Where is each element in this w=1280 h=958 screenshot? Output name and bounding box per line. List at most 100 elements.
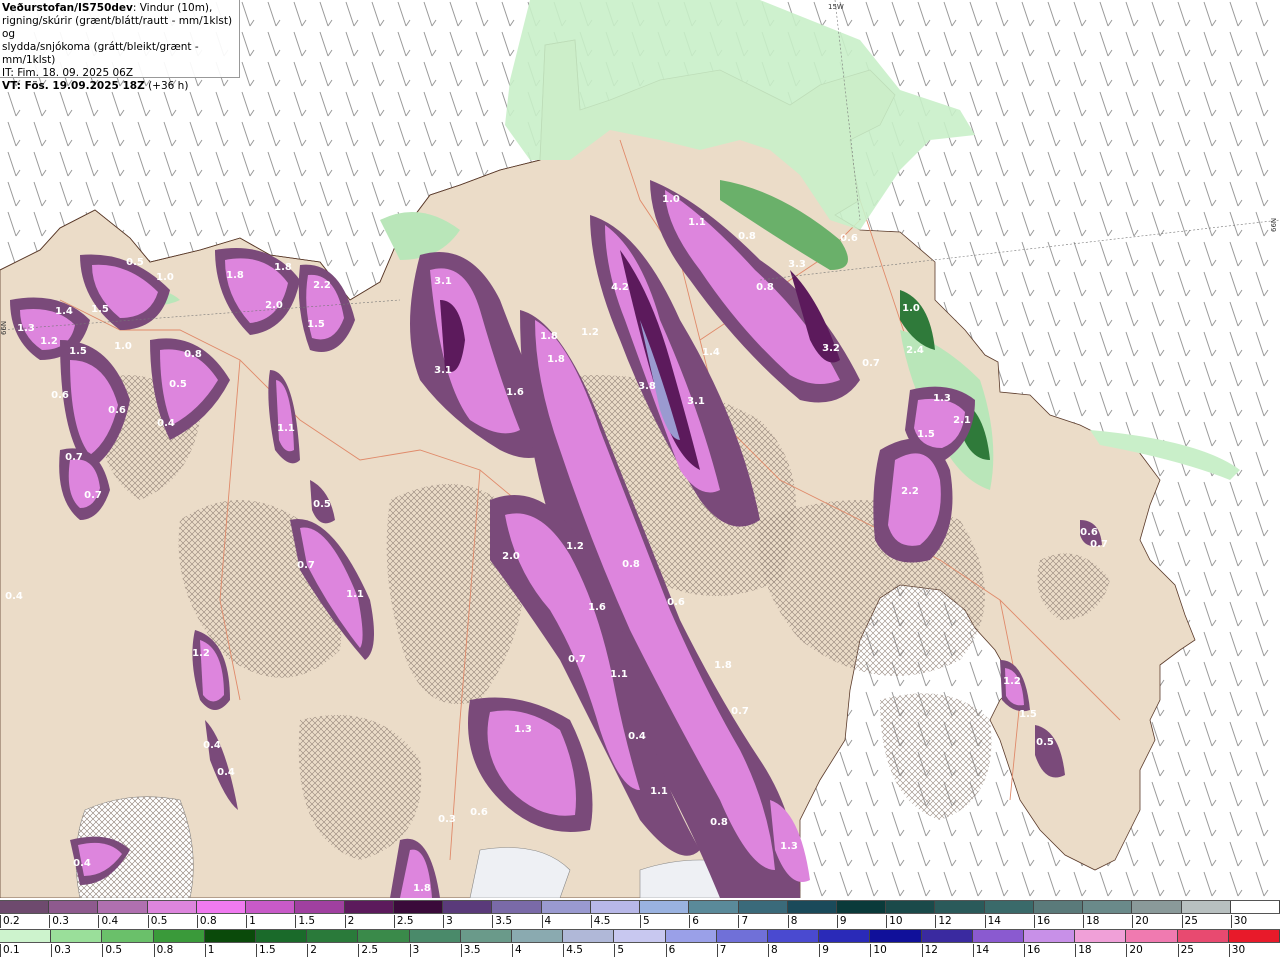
precip-value-label: 0.7 [84,490,102,501]
scale-swatch [1228,930,1280,942]
scale-swatch [787,901,837,913]
precip-value-label: 1.8 [413,883,431,894]
scale-swatch [689,901,739,913]
scale-swatch [246,901,296,913]
precip-value-label: 0.4 [628,731,646,742]
scale-tick-label: 14 [972,944,989,957]
grid-label-66n-right: 66N [1270,218,1278,232]
scale-swatch [1024,930,1076,942]
scale-swatch [819,930,871,942]
rain-scale-swatches [0,929,1280,943]
scale-swatch [1230,901,1280,913]
precip-value-label: 1.1 [610,669,628,680]
precip-value-label: 0.4 [5,591,23,602]
scale-swatch [49,901,99,913]
precip-value-label: 3.1 [687,396,705,407]
precip-value-label: 0.6 [108,405,126,416]
scale-swatch [196,901,247,913]
scale-swatch [563,930,615,942]
valid-offset: (+36 h) [144,80,189,92]
scale-swatch [147,901,197,913]
precip-value-label: 1.5 [307,319,325,330]
precip-value-label: 1.0 [156,272,174,283]
scale-tick-label: 0.3 [49,915,69,928]
precip-value-label: 2.2 [313,280,331,291]
precip-value-label: 0.8 [738,231,756,242]
model-name: Veðurstofan/IS750dev [2,2,133,14]
precip-value-label: 1.4 [55,306,73,317]
precip-value-label: 0.8 [184,349,202,360]
scale-tick-label: 2 [344,915,354,928]
precip-value-label: 1.8 [274,262,292,273]
scale-tick-label: 16 [1033,915,1050,928]
precip-value-label: 3.1 [434,365,452,376]
precipitation-map[interactable]: 15W 66N 66N 0.5 1.0 1.8 1.8 2.2 1.3 1.4 1.5 1.2 1… [0,0,1280,898]
precip-value-label: 0.4 [203,740,221,751]
scale-tick-label: 10 [886,915,903,928]
scale-tick-label: 18 [1075,944,1092,957]
precip-value-label: 1.0 [902,303,920,314]
scale-tick-label: 3.5 [460,944,481,957]
scale-tick-label: 9 [819,944,829,957]
scale-swatch [1181,901,1231,913]
scale-tick-label: 30 [1228,944,1245,957]
scale-swatch [443,901,493,913]
scale-tick-label: 4.5 [563,944,583,957]
scale-tick-label: 0.8 [153,944,173,957]
precip-value-label: 0.5 [169,379,187,390]
scale-swatch [512,930,564,942]
precip-value-label: 1.0 [114,341,132,352]
snow-scale-swatches [0,900,1280,914]
precip-value-label: 0.6 [667,597,685,608]
scale-swatch [1132,901,1182,913]
precip-value-label: 1.6 [506,387,524,398]
scale-swatch [256,930,308,942]
scale-tick-label: 0.4 [98,915,118,928]
precip-value-label: 0.5 [1036,737,1054,748]
precip-value-label: 1.3 [17,323,35,334]
scale-tick-label: 20 [1132,915,1149,928]
scale-tick-label: 3.5 [492,915,512,928]
scale-swatch [716,930,769,942]
precip-value-label: 1.1 [277,423,295,434]
forecast-info-box: Veðurstofan/IS750dev: Vindur (10m), rign… [0,0,240,92]
description-line1: : Vindur (10m), [132,2,213,14]
scale-swatch [870,930,922,942]
precip-value-label: 2.0 [502,551,520,562]
precip-value-label: 1.2 [192,648,210,659]
precip-value-label: 1.1 [650,786,668,797]
scale-swatch [1126,930,1178,942]
scale-swatch [984,901,1034,913]
scale-swatch [1083,901,1133,913]
scale-tick-label: 12 [935,915,952,928]
scale-tick-label: 3 [409,944,419,957]
precip-value-label: 1.5 [1019,709,1037,720]
scale-tick-label: 8 [787,915,797,928]
scale-swatch [935,901,985,913]
description-line2: rigning/skúrir (grænt/blátt/rautt - mm/1… [2,15,233,40]
scale-swatch [409,930,461,942]
precip-value-label: 3.3 [788,259,806,270]
init-time: IT: Fim. 18. 09. 2025 06Z [2,67,134,79]
scale-swatch [1075,930,1127,942]
rain-color-scale: 0.1 0.3 0.5 0.8 1 1.5 2 2.5 3 3.5 4 4.5 5 6 7 8 9 10 12 14 1… [0,929,1280,958]
scale-swatch [153,930,205,942]
precip-value-label: 2.0 [265,300,283,311]
scale-tick-label: 0.2 [0,915,20,928]
scale-swatch [295,901,345,913]
scale-swatch [1033,901,1084,913]
scale-tick-label: 20 [1126,944,1143,957]
precip-value-label: 2.2 [901,486,919,497]
scale-tick-label: 7 [738,915,748,928]
scale-tick-label: 1.5 [295,915,315,928]
scale-tick-label: 25 [1181,915,1198,928]
scale-swatch [204,930,257,942]
precip-value-label: 0.6 [51,390,69,401]
scale-swatch [665,930,717,942]
scale-swatch [344,901,394,913]
precip-value-label: 1.8 [226,270,244,281]
precip-value-label: 1.4 [702,347,720,358]
scale-tick-label: 8 [768,944,778,957]
precip-value-label: 1.6 [588,602,606,613]
scale-tick-label: 1 [204,944,214,957]
